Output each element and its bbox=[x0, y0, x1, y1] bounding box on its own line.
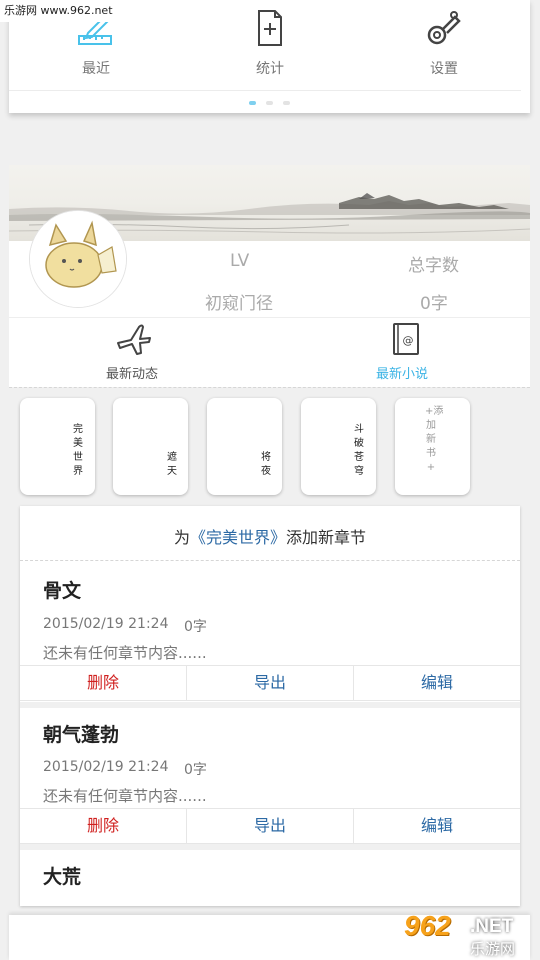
book-card[interactable]: 将夜 bbox=[207, 398, 282, 495]
book-title: 斗破苍穹 bbox=[354, 424, 364, 477]
tab-latest-novels-label: 最新小说 bbox=[376, 367, 429, 382]
tab-latest-novels[interactable]: @ 最新小说 bbox=[349, 321, 459, 383]
add-chapter-link[interactable]: 为《完美世界》添加新章节 bbox=[20, 524, 520, 548]
chapter-list: 为《完美世界》添加新章节 骨文 2015/02/19 21:24 0字 还未有任… bbox=[20, 506, 520, 906]
airplane-icon bbox=[115, 323, 153, 361]
wrench-icon bbox=[424, 8, 464, 52]
menu-settings[interactable]: 设置 bbox=[357, 0, 531, 90]
svg-text:@: @ bbox=[403, 334, 414, 347]
tabs-dashed-divider bbox=[9, 387, 530, 388]
add-chapter-prefix: 为 bbox=[173, 528, 190, 547]
book-card[interactable]: 斗破苍穹 bbox=[301, 398, 376, 495]
book-card[interactable]: 遮天 bbox=[113, 398, 188, 495]
chapter-item[interactable]: 朝气蓬勃 2015/02/19 21:24 0字 还未有任何章节内容......… bbox=[20, 708, 520, 846]
add-chapter-suffix: 添加新章节 bbox=[286, 528, 367, 547]
chapter-words: 0字 bbox=[184, 619, 207, 635]
menu-stats[interactable]: 统计 bbox=[183, 0, 357, 90]
list-dashed-divider bbox=[20, 560, 520, 561]
menu-settings-label: 设置 bbox=[430, 61, 458, 77]
chapter-desc: 还未有任何章节内容...... bbox=[43, 787, 207, 805]
lv-label: LV bbox=[230, 251, 250, 271]
level-name: 初窥门径 bbox=[205, 294, 273, 314]
watermark-logo-name: 乐游网 bbox=[470, 940, 516, 958]
book-title: 将夜 bbox=[261, 452, 271, 477]
add-book-label: +添加新书+ bbox=[425, 406, 444, 473]
export-button[interactable]: 导出 bbox=[186, 809, 353, 843]
chapter-item[interactable]: 骨文 2015/02/19 21:24 0字 还未有任何章节内容...... 删… bbox=[20, 562, 520, 702]
total-words-label: 总字数 bbox=[408, 256, 459, 276]
menu-divider bbox=[9, 90, 521, 91]
tab-latest-activity-label: 最新动态 bbox=[106, 367, 159, 382]
book-title: 遮天 bbox=[167, 452, 177, 477]
tab-latest-activity[interactable]: 最新动态 bbox=[79, 321, 189, 383]
page-dot-active bbox=[249, 101, 256, 105]
profile-card: LV 总字数 初窥门径 0字 最新动态 @ 最新小说 bbox=[9, 165, 530, 388]
address-book-icon: @ bbox=[391, 321, 421, 361]
menu-stats-label: 统计 bbox=[256, 61, 284, 77]
chapter-desc: 还未有任何章节内容...... bbox=[43, 644, 207, 662]
avatar[interactable] bbox=[29, 210, 127, 308]
chapter-name: 骨文 bbox=[43, 580, 82, 602]
page-indicator bbox=[9, 101, 530, 105]
watermark-logo: 962 .NET 乐游网 bbox=[400, 908, 540, 960]
add-book-card[interactable]: +添加新书+ bbox=[395, 398, 470, 495]
chapter-words: 0字 bbox=[184, 762, 207, 778]
watermark-top: 乐游网 www.962.net bbox=[0, 0, 118, 22]
book-card[interactable]: 完美世界 bbox=[20, 398, 95, 495]
delete-button[interactable]: 删除 bbox=[20, 666, 186, 700]
chapter-actions: 删除 导出 编辑 bbox=[20, 808, 520, 844]
chapter-name: 朝气蓬勃 bbox=[43, 724, 120, 746]
add-document-icon bbox=[253, 8, 287, 52]
edit-button[interactable]: 编辑 bbox=[353, 666, 520, 700]
book-title: 完美世界 bbox=[73, 424, 83, 477]
delete-button[interactable]: 删除 bbox=[20, 809, 186, 843]
edit-button[interactable]: 编辑 bbox=[353, 809, 520, 843]
add-chapter-book: 《完美世界》 bbox=[189, 528, 286, 547]
watermark-logo-domain: .NET bbox=[470, 916, 514, 937]
chapter-item[interactable]: 大荒 bbox=[20, 850, 520, 906]
export-button[interactable]: 导出 bbox=[186, 666, 353, 700]
profile-divider bbox=[9, 317, 530, 318]
watermark-logo-number: 962 bbox=[404, 910, 451, 941]
chapter-name: 大荒 bbox=[43, 866, 82, 888]
chapter-date: 2015/02/19 21:24 bbox=[43, 616, 169, 632]
total-words-value: 0字 bbox=[420, 294, 448, 314]
menu-recent-label: 最近 bbox=[82, 61, 110, 77]
page-dot bbox=[283, 101, 290, 105]
chapter-date: 2015/02/19 21:24 bbox=[43, 759, 169, 775]
page-dot bbox=[266, 101, 273, 105]
chapter-actions: 删除 导出 编辑 bbox=[20, 665, 520, 701]
